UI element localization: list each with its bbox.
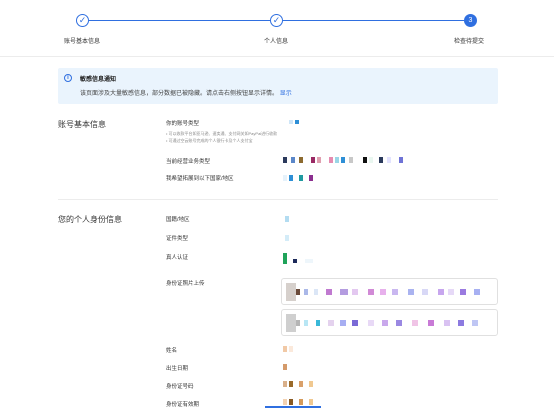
step-connector-1	[89, 20, 270, 21]
id-validity-label: 身份证有效期	[166, 402, 200, 408]
verification-status	[283, 253, 323, 265]
step-1-check-icon: ✓	[76, 14, 89, 27]
show-details-link[interactable]: 显示	[280, 91, 292, 97]
notice-text: 该页面涉及大量敏感信息，部分数据已被隐藏。请点击右侧按钮显示详情。 显示	[80, 88, 292, 97]
step-2-check-icon: ✓	[270, 14, 283, 27]
business-type-value	[283, 157, 408, 163]
info-icon: i	[64, 74, 72, 82]
account-type-hint-1: • 可以收款平台如亚马逊、速卖通、支付网关如PayPal进行收款	[166, 131, 278, 136]
personal-section-title: 您的个人身份信息	[58, 215, 122, 224]
id-validity-value	[283, 399, 323, 405]
account-type-hint-2: • 可通过空云账号完成的个人银行卡及个人支付宝	[166, 138, 253, 143]
step-3-label: 检查待提交	[454, 39, 485, 45]
expand-region-value	[283, 175, 323, 181]
sensitive-info-notice: i 敏感信息通知 该页面涉及大量敏感信息，部分数据已被隐藏。请点击右侧按钮显示详…	[58, 68, 498, 104]
step-connector-2	[283, 20, 464, 21]
bottom-blue-bar	[265, 406, 321, 408]
id-type-value	[285, 235, 297, 241]
nationality-label: 国籍/地区	[166, 217, 190, 223]
business-type-label: 当前经营业务类型	[166, 159, 211, 165]
real-person-verification-label: 真人认证	[166, 255, 189, 261]
notice-title: 敏感信息通知	[80, 77, 117, 83]
id-number-label: 身份证号码	[166, 384, 194, 390]
expand-region-label: 我希望拓展到以下国家/地区	[166, 176, 234, 182]
header-divider	[0, 56, 554, 57]
name-label: 姓名	[166, 348, 178, 354]
section-divider	[58, 199, 498, 200]
step-2-label: 个人信息	[264, 39, 289, 45]
id-number-value	[283, 381, 323, 387]
account-type-label: 你的账号类型	[166, 121, 200, 127]
id-type-label: 证件类型	[166, 236, 189, 242]
id-photo-back-upload[interactable]	[281, 309, 498, 336]
id-photo-front-upload[interactable]	[281, 278, 498, 305]
name-value	[283, 346, 303, 352]
birth-date-label: 出生日期	[166, 366, 189, 372]
step-3-number: 3	[464, 14, 477, 27]
id-photo-upload-label: 身份证照片上传	[166, 281, 205, 287]
account-type-value	[289, 119, 309, 125]
step-1-label: 账号基本信息	[64, 39, 101, 45]
notice-body: 该页面涉及大量敏感信息，部分数据已被隐藏。请点击右侧按钮显示详情。	[80, 91, 279, 97]
birth-date-value	[283, 364, 303, 370]
nationality-value	[285, 216, 297, 222]
account-section-title: 账号基本信息	[58, 120, 106, 129]
progress-stepper: ✓ 账号基本信息 ✓ 个人信息 3 检查待提交	[0, 0, 554, 56]
